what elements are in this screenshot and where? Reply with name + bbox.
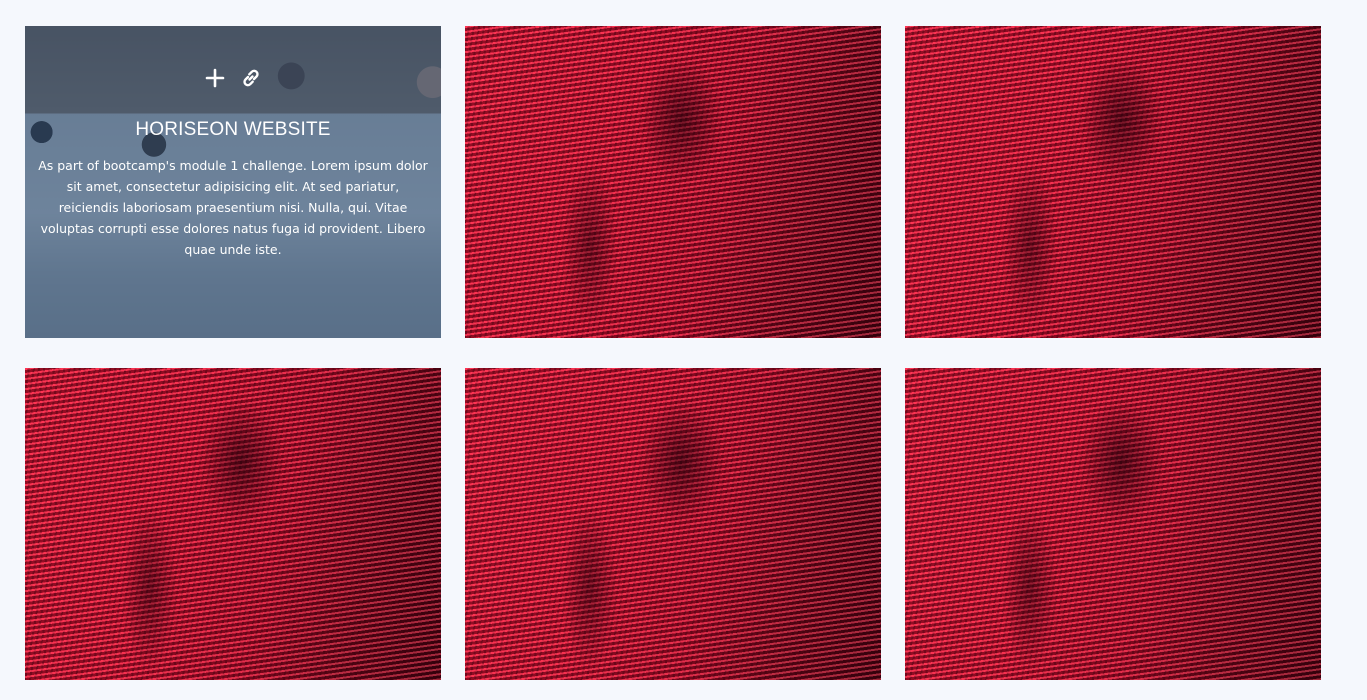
link-icon[interactable] — [240, 67, 262, 89]
portfolio-item-horiseon[interactable]: HORISEON WEBSITE As part of bootcamp's m… — [25, 26, 441, 338]
portfolio-grid: HORISEON WEBSITE As part of bootcamp's m… — [25, 26, 1321, 680]
portfolio-item-title: HORISEON WEBSITE — [135, 119, 331, 140]
portfolio-item-actions — [204, 66, 262, 90]
portfolio-item-image[interactable] — [25, 368, 441, 680]
portfolio-item-image[interactable] — [905, 26, 1321, 338]
portfolio-item-image[interactable] — [905, 368, 1321, 680]
portfolio-item-overlay: HORISEON WEBSITE As part of bootcamp's m… — [25, 26, 441, 338]
plus-icon[interactable] — [204, 67, 226, 89]
portfolio-item-image[interactable] — [465, 368, 881, 680]
portfolio-item-image[interactable] — [465, 26, 881, 338]
portfolio-item-description: As part of bootcamp's module 1 challenge… — [38, 157, 428, 257]
